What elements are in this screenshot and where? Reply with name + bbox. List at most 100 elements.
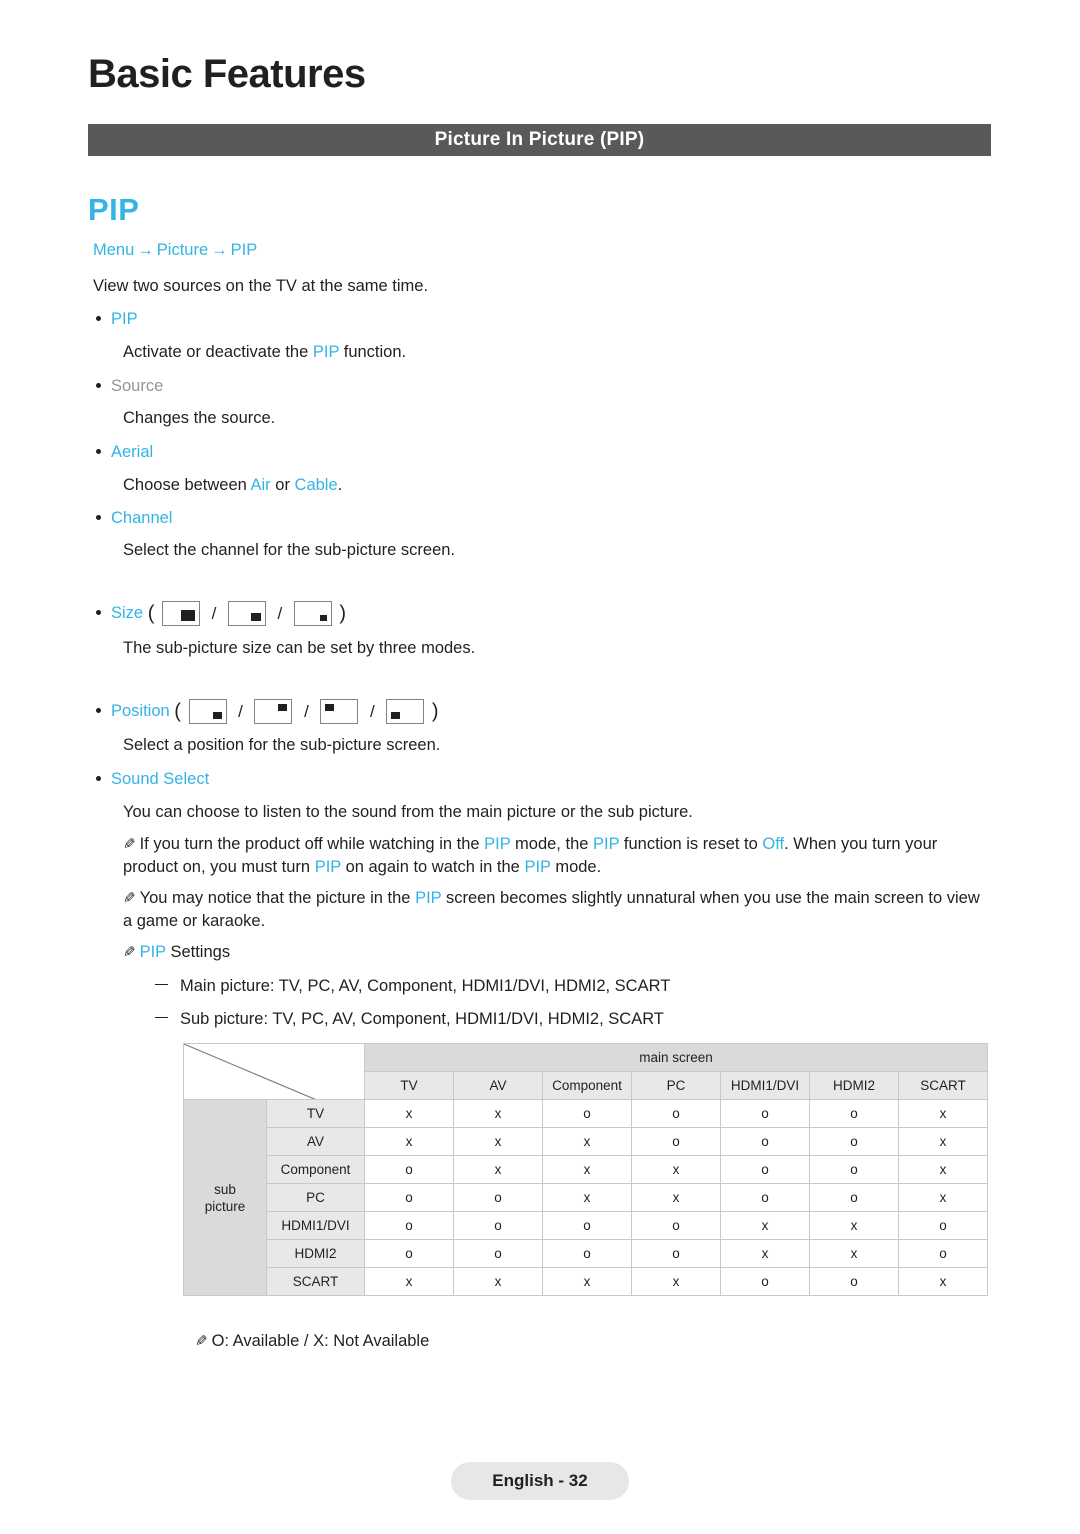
list-item-label: Source xyxy=(111,377,164,395)
list-item-aerial-desc: Choose between Air or Cable. xyxy=(123,474,342,496)
table-column-header: PC xyxy=(631,1071,721,1100)
table-cell: x xyxy=(898,1183,988,1212)
table-row-label: AV xyxy=(266,1127,365,1156)
breadcrumb-menu: Menu xyxy=(93,241,135,259)
intro-text: View two sources on the TV at the same t… xyxy=(93,277,429,295)
table-cell: x xyxy=(453,1267,543,1296)
table-row-label: SCART xyxy=(266,1267,365,1296)
pip-position-bottom-left-icon xyxy=(386,699,425,724)
bullet-icon xyxy=(96,775,101,781)
document-page: Basic Features Picture In Picture (PIP) … xyxy=(0,0,1080,1534)
table-cell: o xyxy=(898,1239,988,1268)
table-cell: o xyxy=(364,1211,454,1240)
pip-settings-line-2: Sub picture: TV, PC, AV, Component, HDMI… xyxy=(155,1008,664,1030)
table-cell: x xyxy=(809,1239,899,1268)
page-title: Basic Features xyxy=(88,52,366,96)
table-cell: o xyxy=(720,1099,810,1128)
desc-post: . xyxy=(337,476,343,494)
table-cell: x xyxy=(453,1099,543,1128)
pip-settings-link: PIP xyxy=(139,943,166,961)
table-legend: ✎ O: Available / X: Not Available xyxy=(195,1332,429,1351)
bullet-icon xyxy=(96,315,101,321)
heading-pip: PIP xyxy=(88,192,140,227)
slash: / xyxy=(370,701,375,721)
list-item-pip: PIP xyxy=(96,308,138,330)
list-item-position: Position ( / / / ) xyxy=(96,699,439,724)
table-row: sub picture TV x x o o o o x xyxy=(182,1099,988,1296)
pip-size-medium-icon xyxy=(227,601,266,626)
list-item-pip-desc: Activate or deactivate the PIP function. xyxy=(123,341,406,363)
table-row-label: HDMI2 xyxy=(266,1239,365,1268)
table-cell: o xyxy=(631,1211,721,1240)
table-row: SCART x x x x o o x xyxy=(184,1267,988,1296)
note-1: ✎ If you turn the product off while watch… xyxy=(123,833,993,878)
table-cell: o xyxy=(809,1155,899,1184)
table-cell: o xyxy=(364,1239,454,1268)
table-cell: o xyxy=(809,1183,899,1212)
list-item-position-desc: Select a position for the sub-picture sc… xyxy=(123,736,441,754)
table-cell: x xyxy=(364,1267,454,1296)
table-cell: o xyxy=(364,1155,454,1184)
bullet-icon xyxy=(96,707,101,713)
table-row-label: TV xyxy=(266,1099,365,1128)
breadcrumb: Menu → Picture → PIP xyxy=(93,241,257,260)
pip-size-large-icon xyxy=(161,601,200,626)
pip-position-bottom-right-icon xyxy=(188,699,227,724)
table-row: Component o x x x o o x xyxy=(184,1155,988,1184)
table-corner-diagonal xyxy=(183,1043,365,1100)
pencil-icon: ✎ xyxy=(123,836,136,853)
dash-icon xyxy=(155,1017,168,1019)
table-sub-picture-label: sub picture xyxy=(182,1099,268,1296)
section-header-label: Picture In Picture (PIP) xyxy=(434,129,645,150)
slash: / xyxy=(304,701,309,721)
desc-pre: Activate or deactivate the xyxy=(123,343,313,361)
breadcrumb-arrow-1: → xyxy=(137,241,154,259)
note-1-text: If you turn the product off while watchi… xyxy=(123,835,938,876)
page-footer-label: English - 32 xyxy=(492,1471,588,1490)
table-row: AV x x x o o o x xyxy=(184,1127,988,1156)
list-item-label: Channel xyxy=(111,509,173,527)
table-cell: o xyxy=(542,1099,632,1128)
note-2: ✎ You may notice that the picture in the … xyxy=(123,887,993,932)
list-item-label: Position xyxy=(111,701,170,720)
table-row: HDMI2 o o o o x x o xyxy=(184,1239,988,1268)
pencil-icon: ✎ xyxy=(123,944,136,961)
pip-settings-rest: Settings xyxy=(165,943,231,961)
list-item-sound-select: Sound Select xyxy=(96,768,209,790)
table-cell: o xyxy=(542,1211,632,1240)
breadcrumb-pip: PIP xyxy=(230,241,258,259)
dash-icon xyxy=(155,984,168,986)
table-cell: x xyxy=(453,1127,543,1156)
table-column-header: Component xyxy=(542,1071,632,1100)
table-cell: x xyxy=(542,1155,632,1184)
table-cell: o xyxy=(809,1127,899,1156)
desc-link: PIP xyxy=(312,343,340,361)
desc-post: function. xyxy=(339,343,407,361)
note-2-text: You may notice that the picture in the P… xyxy=(123,889,980,930)
table-cell: x xyxy=(631,1183,721,1212)
list-item-aerial: Aerial xyxy=(96,441,153,463)
table-cell: x xyxy=(542,1267,632,1296)
table-cell: x xyxy=(364,1127,454,1156)
list-item-channel: Channel xyxy=(96,507,172,529)
list-item-source-desc: Changes the source. xyxy=(123,409,276,427)
table-column-header: TV xyxy=(364,1071,454,1100)
bullet-icon xyxy=(96,609,101,615)
list-item-label: Aerial xyxy=(111,443,154,461)
section-header-bar: Picture In Picture (PIP) xyxy=(88,124,991,156)
list-item-label: Sound Select xyxy=(111,770,210,788)
bullet-icon xyxy=(96,448,101,454)
table-row-label: HDMI1/DVI xyxy=(266,1211,365,1240)
table-cell: x xyxy=(898,1099,988,1128)
list-item-sound-select-desc: You can choose to listen to the sound fr… xyxy=(123,803,693,821)
table-legend-text: O: Available / X: Not Available xyxy=(211,1332,430,1350)
desc-mid: or xyxy=(270,476,295,494)
list-item-source: Source xyxy=(96,375,163,397)
table-main-screen-header: main screen xyxy=(364,1043,988,1072)
table-cell: o xyxy=(453,1211,543,1240)
breadcrumb-arrow-2: → xyxy=(211,241,228,259)
table-cell: o xyxy=(809,1267,899,1296)
slash: / xyxy=(277,603,283,623)
table-row: PC o o x x o o x xyxy=(184,1183,988,1212)
table-cell: o xyxy=(453,1239,543,1268)
